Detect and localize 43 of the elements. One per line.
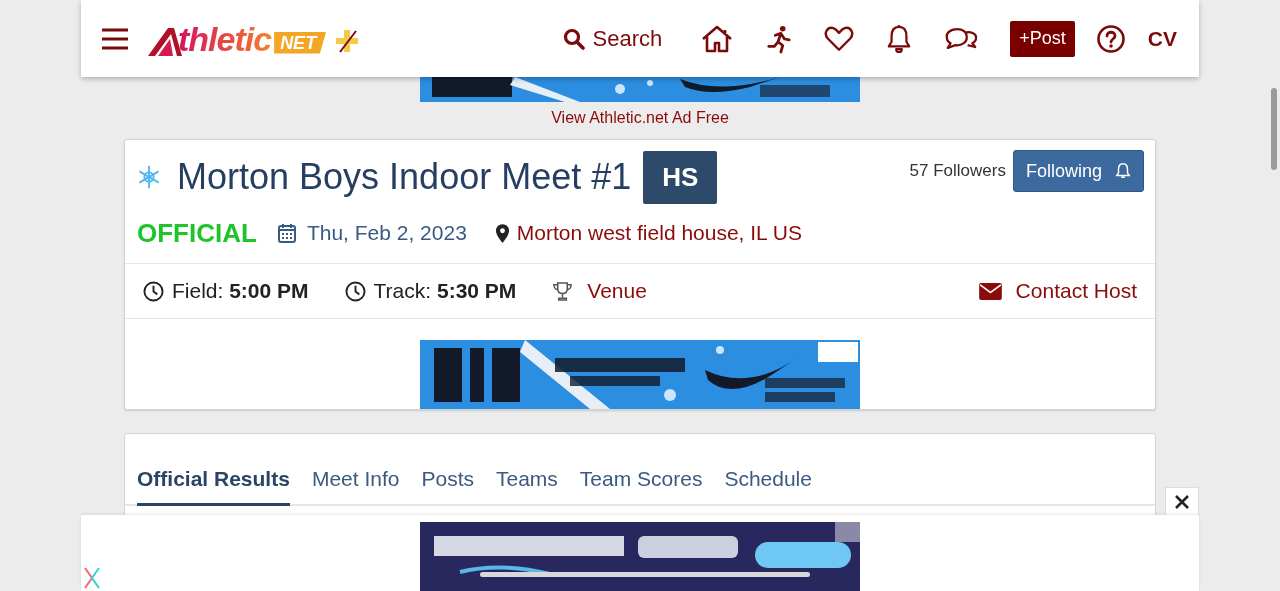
following-button[interactable]: Following	[1012, 150, 1144, 192]
tab[interactable]: Official Results	[137, 465, 290, 506]
logo-badge: NET	[274, 31, 327, 54]
post-button[interactable]: +Post	[1010, 20, 1075, 57]
time-text: Track: 5:30 PM	[373, 279, 517, 303]
heart-icon[interactable]	[824, 25, 855, 52]
tab[interactable]: Meet Info	[311, 465, 400, 506]
snowflake-icon	[136, 164, 162, 190]
level-badge: HS	[643, 150, 718, 204]
search-button[interactable]: Search	[562, 25, 663, 52]
contact-host-link[interactable]: Contact Host	[1015, 279, 1137, 303]
clock-icon	[344, 280, 366, 302]
tab[interactable]: Team Scores	[579, 465, 703, 506]
logo[interactable]: thletic NET	[148, 21, 361, 56]
venue-link[interactable]: Venue	[587, 279, 647, 303]
ad-free-link[interactable]: View Athletic.net Ad Free	[551, 109, 729, 127]
location-link[interactable]: Morton west field house, IL US	[516, 221, 803, 245]
tab[interactable]: Teams	[496, 465, 558, 506]
trophy-icon	[552, 280, 574, 302]
scrollbar[interactable]	[1271, 88, 1277, 170]
clock-icon	[143, 280, 164, 302]
user-initials[interactable]: CV	[1147, 26, 1177, 51]
plus-icon	[334, 27, 361, 54]
search-icon	[562, 27, 585, 50]
menu-icon[interactable]	[102, 27, 128, 50]
status-label: OFFICIAL	[137, 217, 257, 249]
location-pin-icon	[494, 222, 510, 244]
tab[interactable]: Schedule	[724, 465, 812, 506]
close-button[interactable]	[1165, 487, 1199, 516]
chat-icon[interactable]	[944, 25, 979, 52]
time-text: Field: 5:00 PM	[172, 279, 309, 303]
meet-date: Thu, Feb 2, 2023	[306, 221, 467, 245]
calendar-icon	[276, 222, 297, 244]
help-icon[interactable]	[1095, 23, 1126, 54]
tab[interactable]: Posts	[421, 465, 474, 506]
envelope-icon	[978, 282, 1002, 300]
close-icon	[1174, 494, 1190, 510]
bell-icon[interactable]	[886, 23, 913, 54]
cross-icon[interactable]	[83, 566, 101, 590]
meet-title: Morton Boys Indoor Meet #1	[177, 156, 632, 198]
followers-count: 57 Followers	[909, 161, 1006, 181]
bell-icon	[1114, 162, 1132, 180]
runner-icon[interactable]	[766, 23, 793, 54]
